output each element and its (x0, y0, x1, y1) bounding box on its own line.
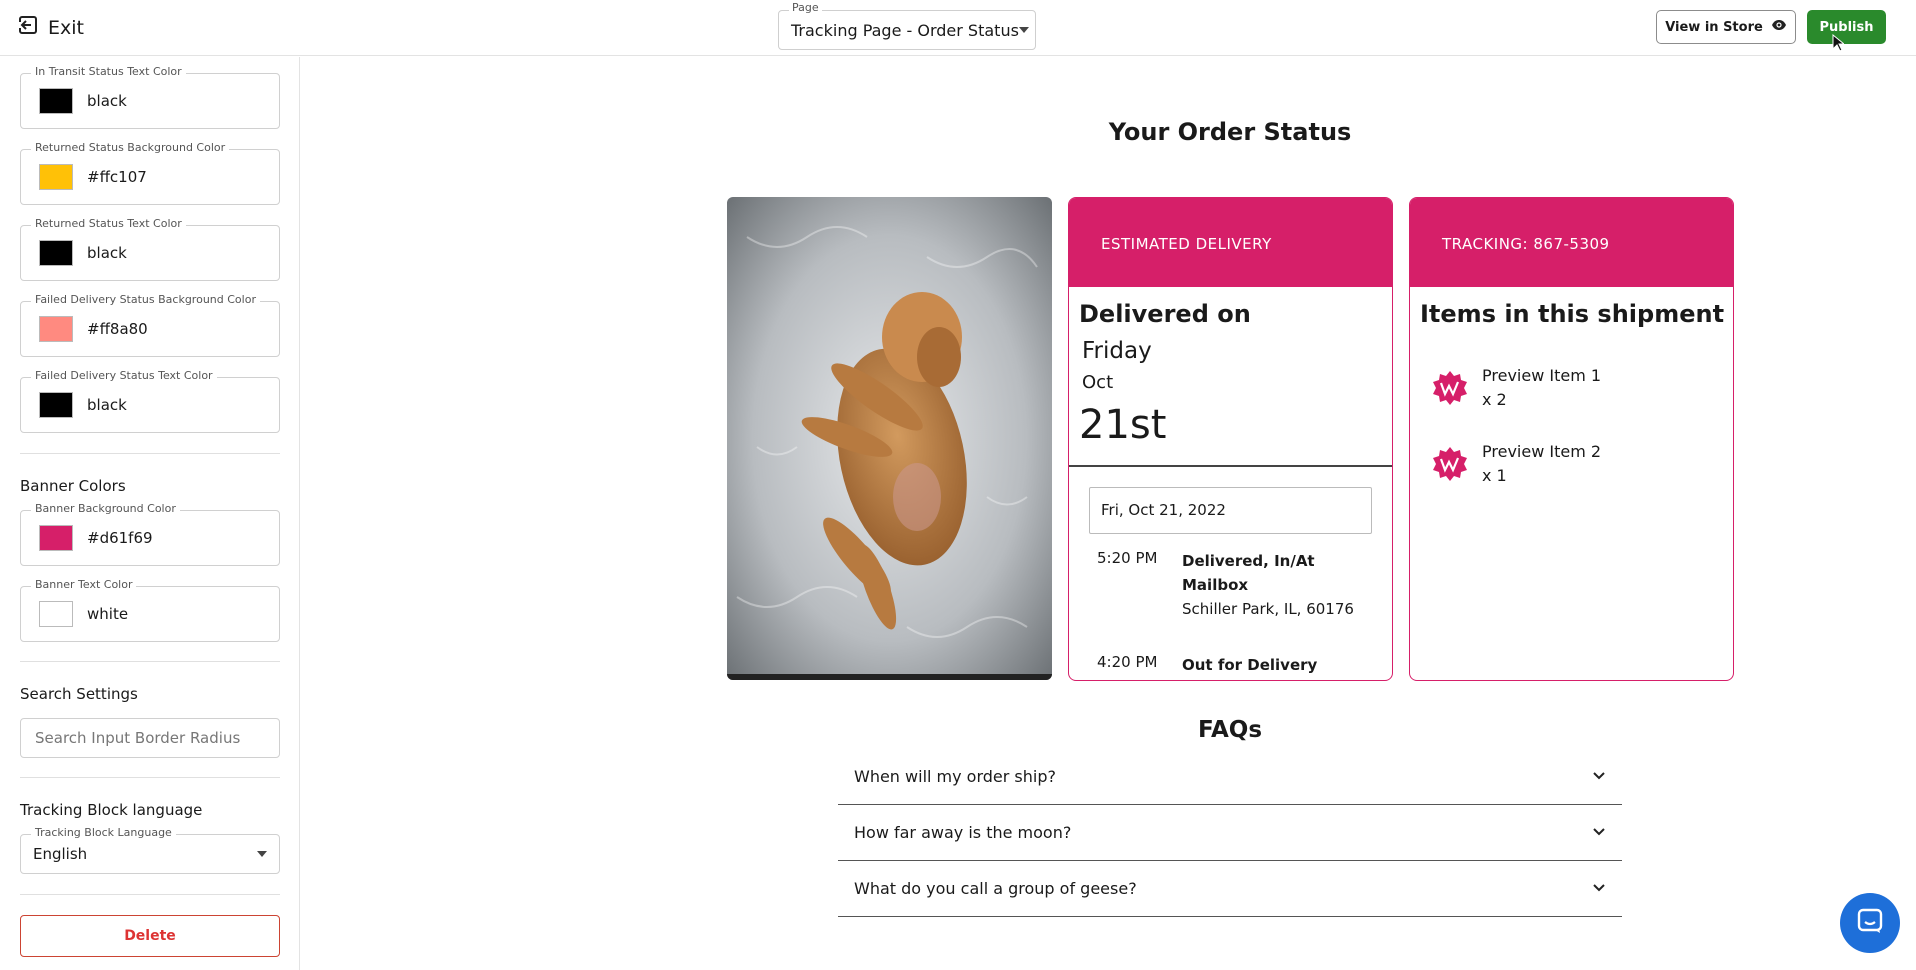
failed-delivery-bg-color-field[interactable]: Failed Delivery Status Background Color … (20, 293, 280, 357)
exit-button[interactable]: Exit (18, 15, 84, 40)
field-label: Returned Status Background Color (31, 141, 230, 154)
card-banner: ESTIMATED DELIVERY (1069, 198, 1392, 287)
estimated-delivery-card: ESTIMATED DELIVERY Delivered on Friday O… (1068, 197, 1393, 681)
color-swatch[interactable] (39, 392, 73, 418)
delivery-day: Friday (1082, 338, 1152, 364)
in-transit-text-color-field[interactable]: In Transit Status Text Color black (20, 65, 280, 129)
field-label: Banner Text Color (31, 578, 137, 591)
banner-bg-color-field[interactable]: Banner Background Color #d61f69 (20, 502, 280, 566)
color-swatch[interactable] (39, 164, 73, 190)
field-label: Returned Status Text Color (31, 217, 186, 230)
settings-sidebar: In Transit Status Text Color black Retur… (0, 57, 300, 970)
item-name: Preview Item 2 (1482, 442, 1602, 461)
divider (20, 777, 280, 778)
language-select[interactable]: Tracking Block Language English (20, 826, 280, 874)
field-label: Failed Delivery Status Text Color (31, 369, 217, 382)
field-value: #ffc107 (87, 168, 147, 186)
color-swatch[interactable] (39, 601, 73, 627)
items-heading: Items in this shipment (1420, 300, 1725, 328)
language-select-value: English (33, 845, 88, 863)
banner-colors-heading: Banner Colors (20, 477, 126, 495)
view-in-store-button[interactable]: View in Store (1656, 10, 1796, 44)
eye-icon (1771, 19, 1787, 35)
field-value: black (87, 396, 127, 414)
returned-text-color-field[interactable]: Returned Status Text Color black (20, 217, 280, 281)
divider (20, 894, 280, 895)
product-photo (727, 197, 1052, 680)
event-time: 4:20 PM (1097, 653, 1158, 671)
chat-launcher-button[interactable] (1840, 893, 1900, 953)
color-swatch[interactable] (39, 525, 73, 551)
tracking-card: TRACKING: 867-5309 Items in this shipmen… (1409, 197, 1734, 681)
chevron-down-icon (1592, 879, 1606, 898)
search-border-radius-input[interactable] (20, 718, 280, 758)
brand-logo-icon (1432, 446, 1468, 482)
exit-icon (18, 15, 38, 40)
field-value: #d61f69 (87, 529, 153, 547)
publish-button[interactable]: Publish (1807, 10, 1886, 44)
field-label: Banner Background Color (31, 502, 180, 515)
faq-question: When will my order ship? (854, 767, 1056, 786)
delivery-date: 21st (1079, 402, 1167, 448)
mouse-cursor-icon (1832, 33, 1846, 56)
page-select[interactable]: Page Tracking Page - Order Status (778, 1, 1036, 50)
faq-item[interactable]: When will my order ship? (838, 749, 1622, 805)
faq-question: How far away is the moon? (854, 823, 1072, 842)
field-value: #ff8a80 (87, 320, 148, 338)
shipment-item: Preview Item 2 x 1 (1432, 440, 1601, 488)
item-quantity: x 2 (1482, 390, 1507, 409)
faqs-heading: FAQs (1197, 717, 1263, 743)
color-swatch[interactable] (39, 316, 73, 342)
event-status: Delivered, In/At Mailbox (1182, 552, 1315, 594)
delivered-on-label: Delivered on (1079, 300, 1251, 328)
page-select-value: Tracking Page - Order Status (791, 20, 1019, 40)
color-swatch[interactable] (39, 88, 73, 114)
field-label: Failed Delivery Status Background Color (31, 293, 260, 306)
color-swatch[interactable] (39, 240, 73, 266)
chat-icon (1856, 907, 1884, 939)
search-settings-heading: Search Settings (20, 685, 138, 703)
faq-question: What do you call a group of geese? (854, 879, 1137, 898)
field-value: black (87, 244, 127, 262)
chevron-down-icon (1592, 823, 1606, 842)
brand-logo-icon (1432, 370, 1468, 406)
chevron-down-icon (257, 851, 267, 857)
failed-delivery-text-color-field[interactable]: Failed Delivery Status Text Color black (20, 369, 280, 433)
delivery-month: Oct (1082, 372, 1114, 393)
item-name: Preview Item 1 (1482, 366, 1602, 385)
item-quantity: x 1 (1482, 466, 1507, 485)
exit-label: Exit (48, 16, 84, 39)
field-value: white (87, 605, 129, 623)
banner-text-color-field[interactable]: Banner Text Color white (20, 578, 280, 642)
card-banner: TRACKING: 867-5309 (1410, 198, 1733, 287)
faq-item[interactable]: How far away is the moon? (838, 805, 1622, 861)
chevron-down-icon (1592, 767, 1606, 786)
language-select-legend: Tracking Block Language (31, 826, 176, 839)
field-label: In Transit Status Text Color (31, 65, 186, 78)
event-date-header: Fri, Oct 21, 2022 (1089, 487, 1372, 534)
event-location: Schiller Park, IL, 60176 (1182, 600, 1354, 618)
tracking-language-heading: Tracking Block language (20, 801, 203, 819)
view-in-store-label: View in Store (1665, 19, 1763, 35)
field-value: black (87, 92, 127, 110)
shipment-item: Preview Item 1 x 2 (1432, 364, 1601, 412)
order-status-title: Your Order Status (1108, 118, 1352, 146)
faq-item[interactable]: What do you call a group of geese? (838, 861, 1622, 917)
event-time: 5:20 PM (1097, 549, 1158, 567)
page-select-legend: Page (789, 1, 822, 14)
delete-button[interactable]: Delete (20, 915, 280, 957)
top-bar: Exit Page Tracking Page - Order Status V… (0, 0, 1916, 56)
divider (20, 661, 280, 662)
divider (1069, 465, 1392, 467)
divider (20, 453, 280, 454)
event-status: Out for Delivery (1182, 656, 1318, 674)
returned-bg-color-field[interactable]: Returned Status Background Color #ffc107 (20, 141, 280, 205)
chevron-down-icon (1018, 27, 1029, 33)
